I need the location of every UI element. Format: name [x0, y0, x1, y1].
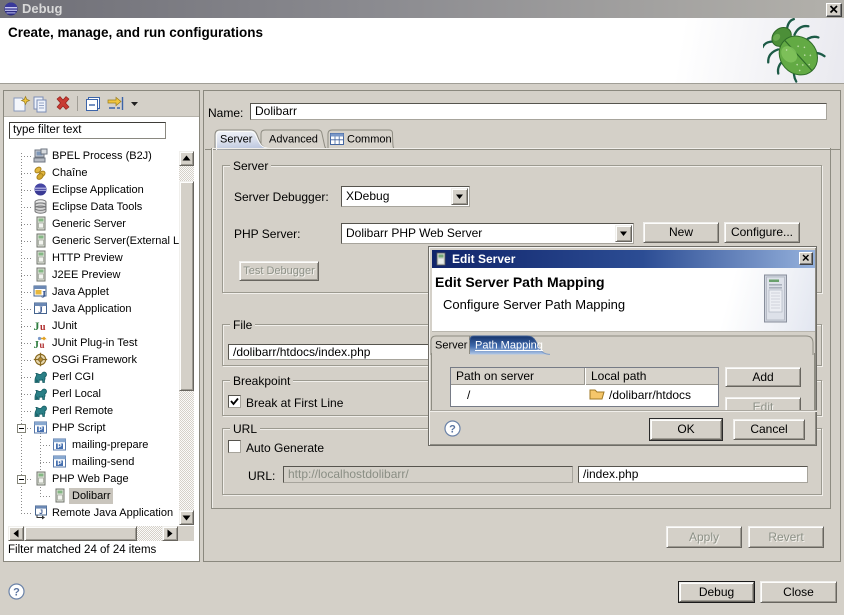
svg-text:Common: Common — [347, 134, 392, 146]
svg-text:J: J — [34, 319, 40, 333]
svg-text:Path Mapping: Path Mapping — [475, 340, 543, 352]
svg-text:P: P — [38, 426, 43, 433]
svg-text:u: u — [40, 322, 46, 333]
svg-text:?: ? — [449, 424, 456, 436]
svg-text:P: P — [57, 460, 62, 467]
svg-text:Server: Server — [435, 340, 468, 352]
svg-text:?: ? — [13, 587, 20, 599]
svg-text:Server: Server — [220, 134, 253, 146]
svg-text:J: J — [39, 509, 43, 516]
svg-text:J: J — [38, 305, 43, 315]
svg-text:J: J — [41, 290, 46, 300]
svg-text:Advanced: Advanced — [269, 134, 318, 146]
svg-text:P: P — [57, 443, 62, 450]
svg-text:u: u — [40, 340, 45, 350]
